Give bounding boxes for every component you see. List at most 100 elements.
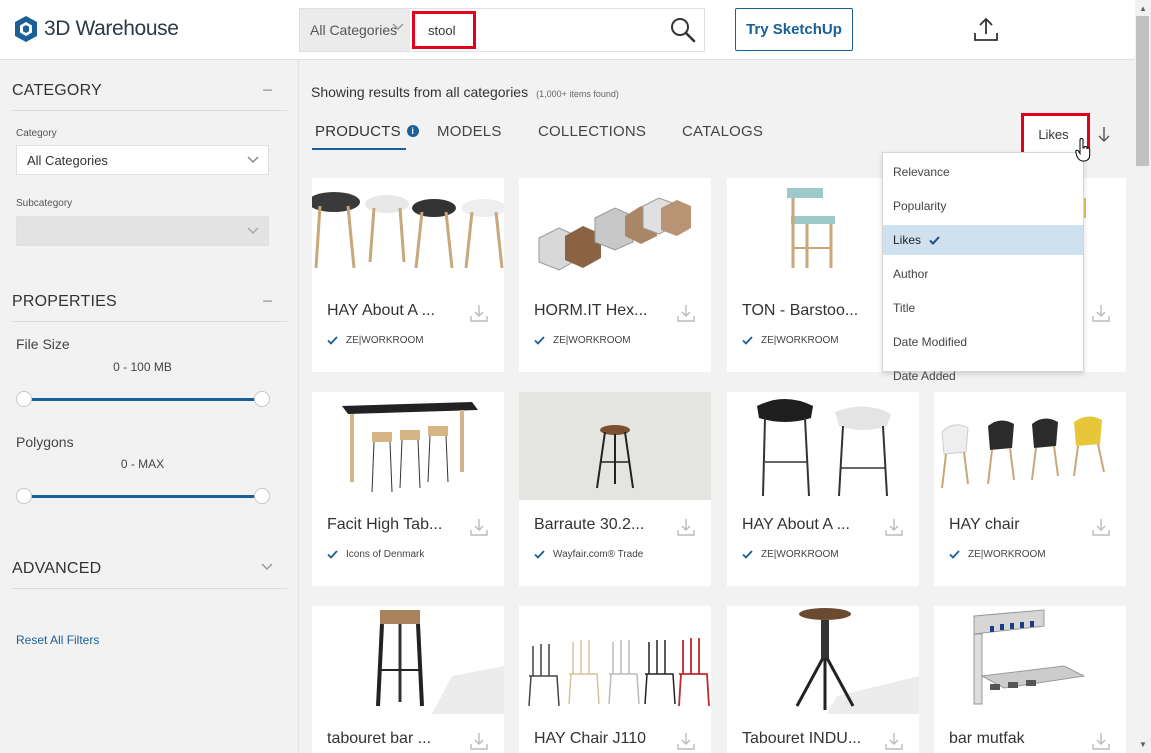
logo[interactable]: 3D Warehouse xyxy=(14,15,179,43)
sort-option-date-modified[interactable]: Date Modified xyxy=(883,327,1083,357)
page-scrollbar[interactable]: ▲ ▼ xyxy=(1135,0,1151,753)
product-card[interactable]: bar mutfak xyxy=(934,606,1126,753)
category-dropdown[interactable]: All Categories xyxy=(300,9,410,51)
download-icon[interactable] xyxy=(470,732,488,750)
tab-collections[interactable]: COLLECTIONS xyxy=(538,123,646,140)
product-card[interactable]: Barraute 30.2... Wayfair.com® Trade xyxy=(519,392,711,586)
subcategory-select[interactable] xyxy=(16,216,269,246)
scrollbar-thumb[interactable] xyxy=(1136,16,1149,166)
product-thumbnail[interactable] xyxy=(312,392,504,500)
product-card[interactable]: HAY About A ... ZE|WORKROOM xyxy=(727,392,919,586)
product-thumbnail[interactable] xyxy=(312,178,504,286)
logo-text: 3D Warehouse xyxy=(44,17,179,40)
category-dropdown-label: All Categories xyxy=(310,22,398,38)
product-card[interactable]: Tabouret INDU... xyxy=(727,606,919,753)
verified-check-icon xyxy=(534,336,545,345)
product-thumbnail[interactable] xyxy=(934,606,1126,714)
product-author[interactable]: Icons of Denmark xyxy=(327,549,424,560)
properties-section-header[interactable]: PROPERTIES − xyxy=(12,292,287,322)
product-title[interactable]: TON - Barstoo... xyxy=(742,302,877,320)
product-author[interactable]: ZE|WORKROOM xyxy=(742,335,839,346)
product-author[interactable]: ZE|WORKROOM xyxy=(742,549,839,560)
download-icon[interactable] xyxy=(470,518,488,536)
download-icon[interactable] xyxy=(1092,304,1110,322)
product-card[interactable]: HORM.IT Hex... ZE|WORKROOM xyxy=(519,178,711,372)
sort-option-author[interactable]: Author xyxy=(883,259,1083,289)
product-card[interactable]: HAY chair ZE|WORKROOM xyxy=(934,392,1126,586)
download-icon[interactable] xyxy=(1092,518,1110,536)
download-icon[interactable] xyxy=(885,732,903,750)
product-card[interactable]: HAY About A ... ZE|WORKROOM xyxy=(312,178,504,372)
product-title[interactable]: Tabouret INDU... xyxy=(742,730,877,748)
sort-direction-arrow-icon[interactable] xyxy=(1097,125,1111,143)
product-title[interactable]: Barraute 30.2... xyxy=(534,516,669,534)
upload-icon[interactable] xyxy=(972,16,1000,44)
subcategory-field-label: Subcategory xyxy=(16,198,73,209)
product-author[interactable]: ZE|WORKROOM xyxy=(534,335,631,346)
product-title[interactable]: HAY About A ... xyxy=(742,516,877,534)
product-title[interactable]: HORM.IT Hex... xyxy=(534,302,669,320)
file-size-slider[interactable] xyxy=(16,391,270,407)
search-input[interactable] xyxy=(412,11,476,49)
try-sketchup-button[interactable]: Try SketchUp xyxy=(735,8,853,51)
sort-option-date-added[interactable]: Date Added xyxy=(883,361,1083,391)
filter-sidebar: CATEGORY − Category All Categories Subca… xyxy=(0,60,299,753)
collapse-minus-icon[interactable]: − xyxy=(262,81,273,99)
info-icon[interactable]: i xyxy=(406,125,419,137)
product-author[interactable]: Wayfair.com® Trade xyxy=(534,549,643,560)
product-title[interactable]: tabouret bar ... xyxy=(327,730,462,748)
download-icon[interactable] xyxy=(1092,732,1110,750)
product-title[interactable]: Facit High Tab... xyxy=(327,516,462,534)
polygons-min-handle[interactable] xyxy=(16,488,32,504)
product-author-name: ZE|WORKROOM xyxy=(553,335,631,346)
verified-check-icon xyxy=(534,550,545,559)
product-card[interactable]: HAY Chair J110 xyxy=(519,606,711,753)
product-thumbnail[interactable] xyxy=(519,606,711,714)
download-icon[interactable] xyxy=(470,304,488,322)
product-thumbnail[interactable] xyxy=(312,606,504,714)
reset-filters-link[interactable]: Reset All Filters xyxy=(16,633,99,647)
polygons-max-handle[interactable] xyxy=(254,488,270,504)
verified-check-icon xyxy=(742,550,753,559)
category-select[interactable]: All Categories xyxy=(16,145,269,175)
scroll-up-arrow-icon[interactable]: ▲ xyxy=(1139,4,1147,13)
chevron-down-icon[interactable] xyxy=(261,563,273,571)
product-thumbnail[interactable] xyxy=(727,606,919,714)
sort-option-likes-label: Likes xyxy=(893,233,922,247)
tab-products[interactable]: PRODUCTS i xyxy=(315,123,419,140)
collapse-minus-icon[interactable]: − xyxy=(262,292,273,310)
product-author-name: Wayfair.com® Trade xyxy=(553,549,644,560)
download-icon[interactable] xyxy=(677,518,695,536)
product-author[interactable]: ZE|WORKROOM xyxy=(327,335,424,346)
product-title[interactable]: HAY Chair J110 xyxy=(534,730,669,748)
product-card[interactable]: tabouret bar ... xyxy=(312,606,504,753)
file-size-min-handle[interactable] xyxy=(16,391,32,407)
download-icon[interactable] xyxy=(677,304,695,322)
category-section-header[interactable]: CATEGORY − xyxy=(12,81,287,111)
sort-option-popularity[interactable]: Popularity xyxy=(883,191,1083,221)
product-thumbnail[interactable] xyxy=(519,178,711,286)
sort-menu: Relevance Popularity Likes Author Title … xyxy=(882,152,1084,383)
sort-option-relevance[interactable]: Relevance xyxy=(883,157,1083,187)
polygons-slider[interactable] xyxy=(16,488,270,504)
product-thumbnail[interactable] xyxy=(519,392,711,500)
product-thumbnail[interactable] xyxy=(934,392,1126,500)
tab-models[interactable]: MODELS xyxy=(437,123,502,140)
download-icon[interactable] xyxy=(677,732,695,750)
product-title[interactable]: HAY About A ... xyxy=(327,302,462,320)
sort-option-likes[interactable]: Likes xyxy=(883,225,1083,255)
product-title[interactable]: bar mutfak xyxy=(949,730,1084,748)
product-author[interactable]: ZE|WORKROOM xyxy=(949,549,1046,560)
file-size-max-handle[interactable] xyxy=(254,391,270,407)
sort-option-title[interactable]: Title xyxy=(883,293,1083,323)
tab-catalogs[interactable]: CATALOGS xyxy=(682,123,763,140)
product-thumbnail[interactable] xyxy=(727,392,919,500)
warehouse-logo-icon xyxy=(15,16,37,42)
product-title[interactable]: HAY chair xyxy=(949,516,1084,534)
advanced-section-header[interactable]: ADVANCED xyxy=(12,560,287,589)
product-card[interactable]: Facit High Tab... Icons of Denmark xyxy=(312,392,504,586)
scroll-down-arrow-icon[interactable]: ▼ xyxy=(1139,740,1147,749)
download-icon[interactable] xyxy=(885,518,903,536)
search-icon[interactable] xyxy=(670,17,696,43)
file-size-label: File Size xyxy=(16,336,70,352)
